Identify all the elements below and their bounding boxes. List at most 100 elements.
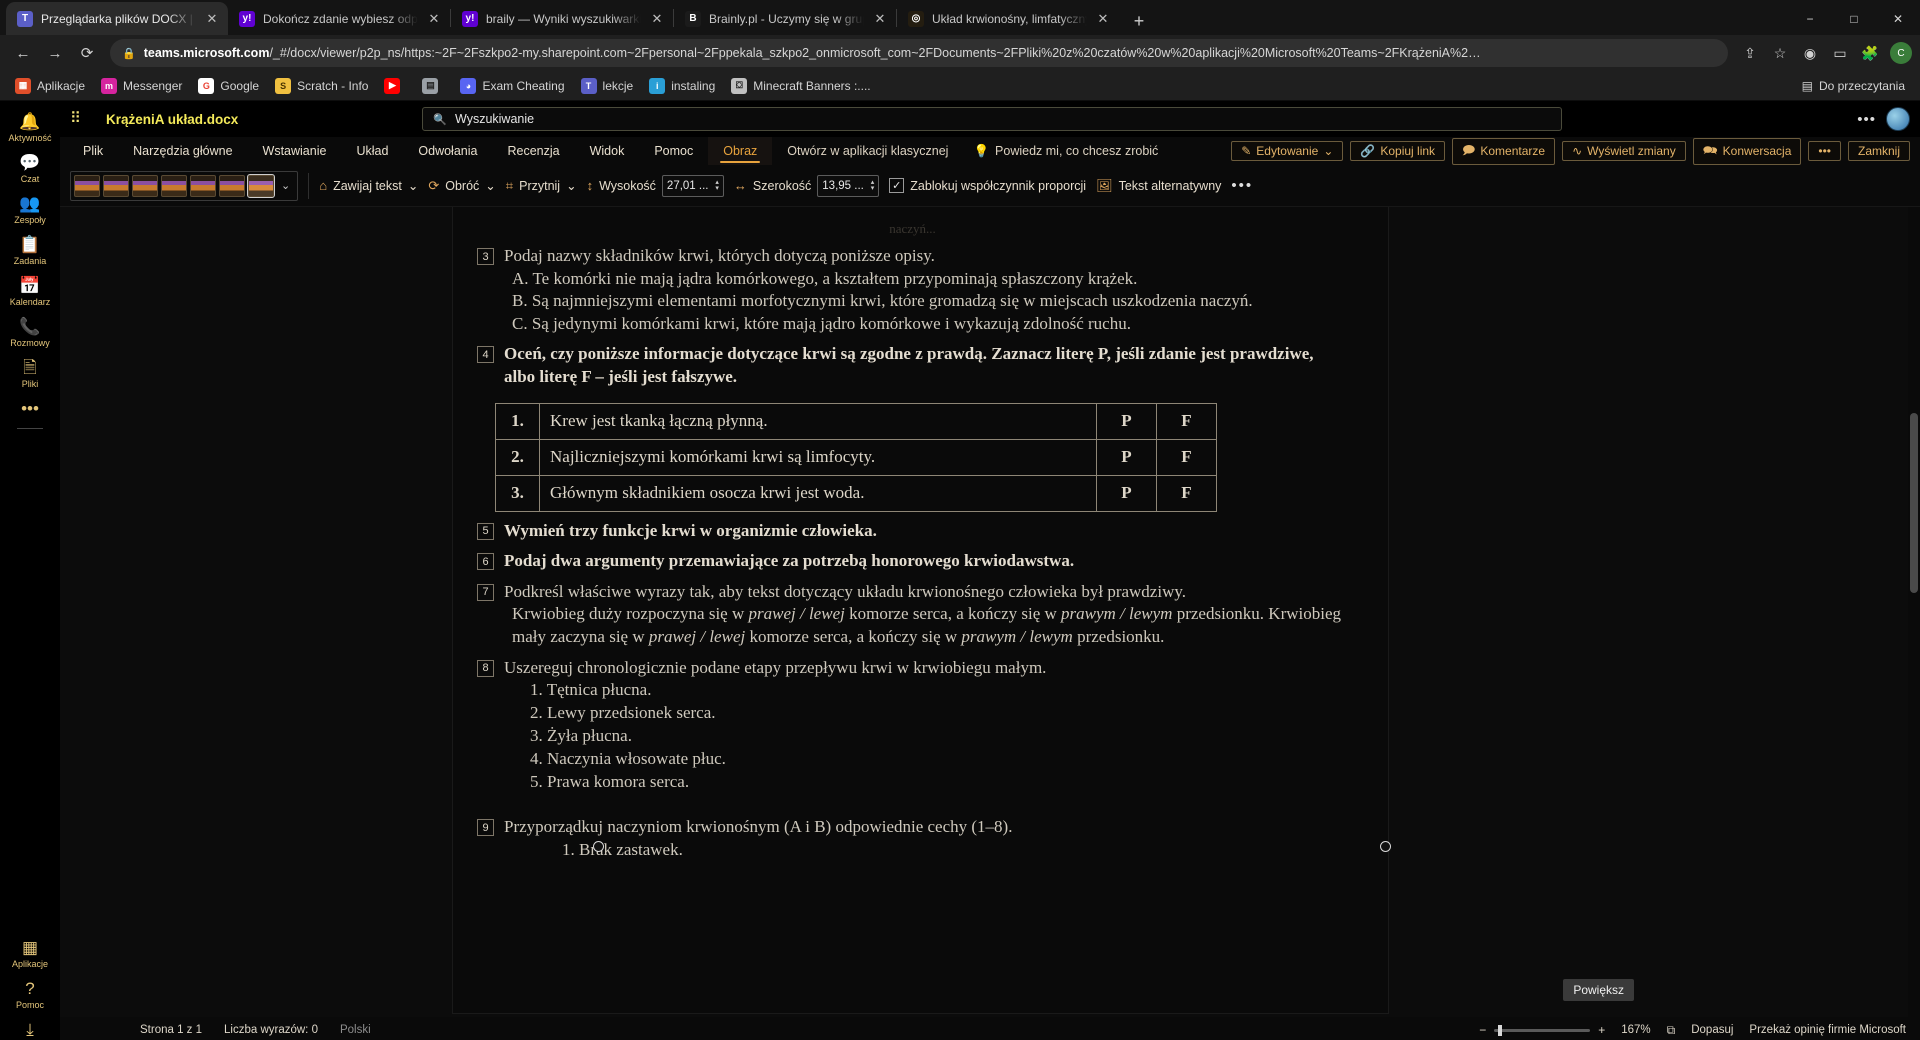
sidebar-item-zadania[interactable]: 📋 Zadania xyxy=(2,230,58,271)
star-icon[interactable]: ☆ xyxy=(1766,39,1794,67)
back-icon[interactable]: ← xyxy=(8,38,38,68)
shield-icon[interactable]: ◉ xyxy=(1796,39,1824,67)
bookmark-youtube[interactable]: ▶ xyxy=(377,75,413,97)
reading-list-button[interactable]: ▤ Do przeczytania xyxy=(1795,76,1912,96)
browser-tab[interactable]: B Brainly.pl - Uczymy się w grupie ✕ xyxy=(674,2,896,35)
picture-style-gallery[interactable]: ⌄ xyxy=(70,170,299,201)
sidebar-item-kalendarz[interactable]: 📅 Kalendarz xyxy=(2,271,58,312)
new-tab-button[interactable]: + xyxy=(1125,7,1153,35)
fit-page-icon[interactable]: ⧉ xyxy=(1667,1023,1676,1038)
waffle-icon[interactable]: ⠿ xyxy=(70,111,92,126)
bookmark-scratch-info[interactable]: S Scratch - Info xyxy=(268,75,375,97)
conversation-button[interactable]: 🗪 Konwersacja xyxy=(1692,137,1802,165)
browser-tab[interactable]: y! braily — Wyniki wyszukiwarki Yah ✕ xyxy=(451,2,673,35)
minimize-button[interactable]: − xyxy=(1788,12,1832,26)
avatar[interactable] xyxy=(1886,107,1910,131)
share-icon[interactable]: ⇪ xyxy=(1736,39,1764,67)
zoom-out-button[interactable]: − xyxy=(1479,1023,1486,1037)
cast-icon[interactable]: ▭ xyxy=(1826,39,1854,67)
tab-plik[interactable]: Plik xyxy=(68,137,118,165)
option-f[interactable]: F xyxy=(1156,438,1217,476)
option-p[interactable]: P xyxy=(1096,402,1157,440)
sidebar-item-aplikacje[interactable]: ▦ Aplikacje xyxy=(2,933,58,974)
zoom-in-button[interactable]: + xyxy=(1598,1023,1605,1037)
bookmark-aplikacje[interactable]: ▦ Aplikacje xyxy=(8,75,92,97)
width-input[interactable]: 13,95 ... ▴ ▾ xyxy=(817,174,880,197)
height-input[interactable]: 27,01 ... ▴ ▾ xyxy=(661,174,724,197)
tell-me-box[interactable]: 💡 Powiedz mi, co chcesz zrobić xyxy=(963,137,1168,165)
bookmark-minecraft-banners[interactable]: ⛋ Minecraft Banners :.... xyxy=(724,75,877,97)
sidebar-item-aktywnosc[interactable]: 🔔 Aktywność xyxy=(2,107,58,148)
sidebar-item-zespoly[interactable]: 👥 Zespoły xyxy=(2,189,58,230)
option-f[interactable]: F xyxy=(1156,402,1217,440)
spinner-arrows-icon[interactable]: ▴ ▾ xyxy=(871,179,875,192)
bookmark-page[interactable]: ▤ xyxy=(415,75,451,97)
crop-button[interactable]: ⌗ Przytnij ⌄ xyxy=(506,178,577,194)
forward-icon[interactable]: → xyxy=(40,38,70,68)
ribbon-more-button[interactable]: ••• xyxy=(1808,141,1841,161)
feedback-link[interactable]: Przekaż opinię firmie Microsoft xyxy=(1749,1024,1906,1036)
vertical-scrollbar[interactable] xyxy=(1908,207,1920,1017)
zoom-slider[interactable]: − + xyxy=(1479,1023,1605,1037)
more-dots-icon[interactable]: ••• xyxy=(1857,111,1876,128)
sidebar-item-rozmowy[interactable]: 📞 Rozmowy xyxy=(2,312,58,353)
sidebar-item-pliki[interactable]: 🗎 Pliki xyxy=(2,353,58,394)
height-field-group[interactable]: ↕ Wysokość 27,01 ... ▴ ▾ xyxy=(587,174,724,197)
close-button[interactable]: Zamknij xyxy=(1847,141,1910,161)
reload-icon[interactable]: ⟳ xyxy=(72,38,102,68)
open-in-desktop-button[interactable]: Otwórz w aplikacji klasycznej xyxy=(772,137,963,165)
bookmark-google[interactable]: G Google xyxy=(191,75,266,97)
image-resize-handle-left[interactable] xyxy=(593,841,604,852)
zoom-knob[interactable] xyxy=(1498,1024,1503,1036)
picture-style-5[interactable] xyxy=(190,174,216,197)
tab-narzedzia-glowne[interactable]: Narzędzia główne xyxy=(118,137,247,165)
option-p[interactable]: P xyxy=(1096,474,1157,512)
close-icon[interactable]: ✕ xyxy=(649,11,665,27)
image-resize-handle-right[interactable] xyxy=(1380,841,1391,852)
rotate-button[interactable]: ⟳ Obróć ⌄ xyxy=(428,178,495,194)
bookmark-exam-cheating[interactable]: ◕ Exam Cheating xyxy=(453,75,571,97)
tab-pomoc[interactable]: Pomoc xyxy=(639,137,708,165)
checkbox-icon[interactable]: ✓ xyxy=(889,178,905,193)
q7-choice-3[interactable]: prawej / lewej xyxy=(649,627,745,646)
browser-tab[interactable]: y! Dokończ zdanie wybiesz odpowi ✕ xyxy=(228,2,450,35)
q7-choice-1[interactable]: prawej / lewej xyxy=(749,604,845,623)
copy-link-button[interactable]: 🔗 Kopiuj link xyxy=(1350,141,1446,161)
close-icon[interactable]: ✕ xyxy=(872,11,888,27)
puzzle-icon[interactable]: 🧩 xyxy=(1856,39,1884,67)
fit-label[interactable]: Dopasuj xyxy=(1691,1024,1733,1036)
option-f[interactable]: F xyxy=(1156,474,1217,512)
browser-tab[interactable]: ◎ Układ krwionośny, limfatyczny i o ✕ xyxy=(897,2,1119,35)
sidebar-item-czat[interactable]: 💬 Czat xyxy=(2,148,58,189)
bookmark-messenger[interactable]: m Messenger xyxy=(94,75,189,97)
browser-tab[interactable]: T Przeglądarka plików DOCX | Mic ✕ xyxy=(6,2,228,35)
close-icon[interactable]: ✕ xyxy=(426,11,442,27)
chevron-down-icon[interactable]: ⌄ xyxy=(277,179,294,192)
close-window-button[interactable]: ✕ xyxy=(1876,12,1920,26)
q7-choice-4[interactable]: prawym / lewym xyxy=(961,627,1072,646)
zoom-track[interactable] xyxy=(1494,1024,1591,1036)
picture-style-4[interactable] xyxy=(161,174,187,197)
search-input[interactable]: 🔍 Wyszukiwanie xyxy=(422,107,1563,131)
picture-style-3[interactable] xyxy=(132,174,158,197)
alt-text-button[interactable]: 🖼 Tekst alternatywny xyxy=(1096,178,1221,194)
avatar[interactable]: C xyxy=(1890,42,1912,64)
image-toolbar-more-button[interactable]: ••• xyxy=(1231,177,1253,194)
tab-wstawianie[interactable]: Wstawianie xyxy=(248,137,342,165)
show-changes-button[interactable]: ∿ Wyświetl zmiany xyxy=(1562,141,1686,161)
document-canvas[interactable]: naczyń... 3 Podaj nazwy składników krwi,… xyxy=(60,207,1920,1017)
picture-style-2[interactable] xyxy=(103,174,129,197)
wrap-text-button[interactable]: ⌂ Zawijaj tekst ⌄ xyxy=(319,178,418,193)
document-page[interactable]: naczyń... 3 Podaj nazwy składników krwi,… xyxy=(453,207,1388,1013)
picture-style-7[interactable] xyxy=(247,173,275,198)
q7-choice-2[interactable]: prawym / lewym xyxy=(1061,604,1172,623)
width-field-group[interactable]: ↔ Szerokość 13,95 ... ▴ ▾ xyxy=(734,174,880,197)
sidebar-item-pomoc[interactable]: ? Pomoc xyxy=(2,974,58,1015)
lock-aspect-ratio-checkbox[interactable]: ✓ Zablokuj współczynnik proporcji xyxy=(889,178,1086,193)
tab-widok[interactable]: Widok xyxy=(575,137,640,165)
tab-obraz[interactable]: Obraz xyxy=(708,137,773,165)
tab-odwolania[interactable]: Odwołania xyxy=(403,137,492,165)
bookmark-instaling[interactable]: i instaling xyxy=(642,75,722,97)
language-indicator[interactable]: Polski xyxy=(340,1024,371,1036)
bookmark-lekcje[interactable]: T lekcje xyxy=(574,75,641,97)
